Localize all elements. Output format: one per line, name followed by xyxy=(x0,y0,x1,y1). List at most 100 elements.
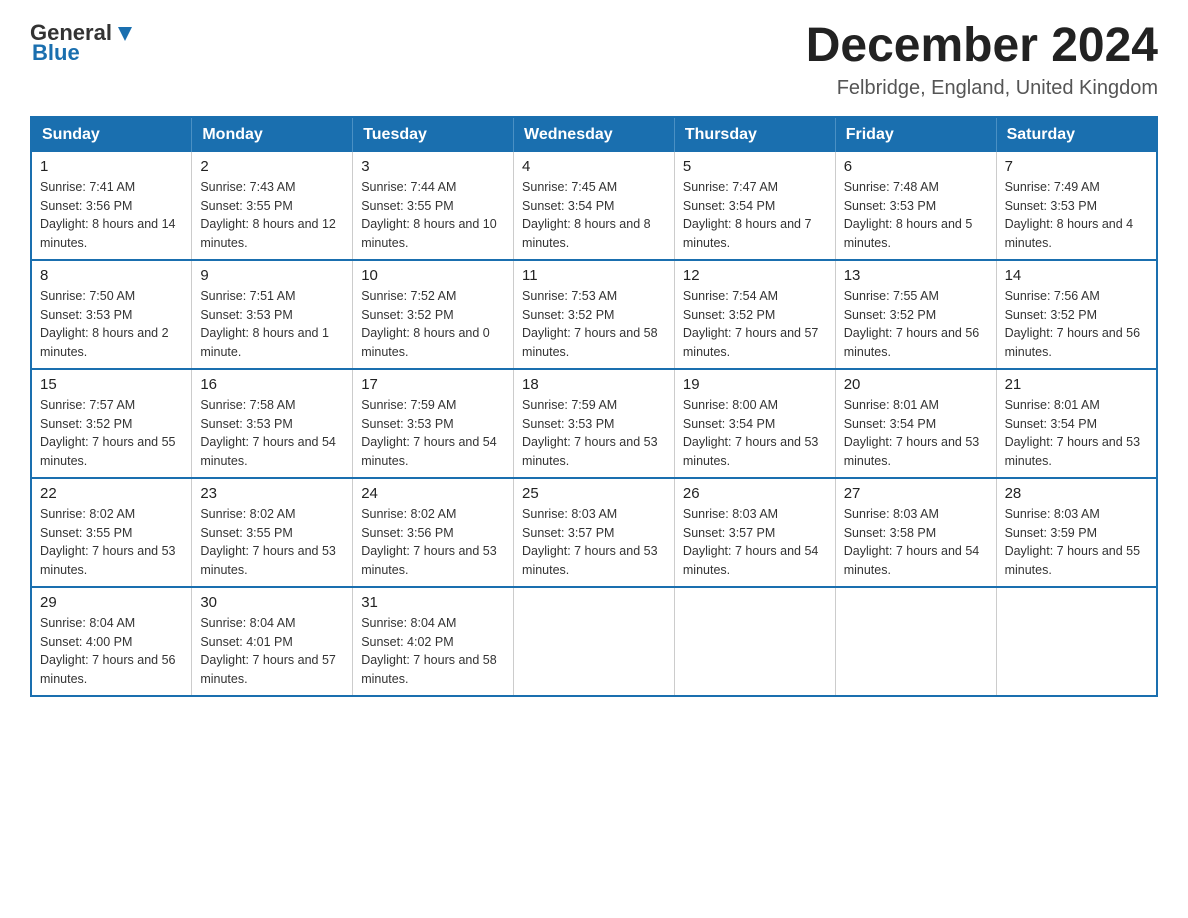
table-row: 6 Sunrise: 7:48 AMSunset: 3:53 PMDayligh… xyxy=(835,152,996,260)
day-number: 3 xyxy=(361,158,505,175)
day-number: 7 xyxy=(1005,158,1148,175)
day-info: Sunrise: 8:02 AMSunset: 3:55 PMDaylight:… xyxy=(40,507,176,577)
day-number: 15 xyxy=(40,376,183,393)
day-info: Sunrise: 7:57 AMSunset: 3:52 PMDaylight:… xyxy=(40,398,176,468)
table-row: 31 Sunrise: 8:04 AMSunset: 4:02 PMDaylig… xyxy=(353,587,514,696)
table-row: 26 Sunrise: 8:03 AMSunset: 3:57 PMDaylig… xyxy=(674,478,835,587)
table-row: 7 Sunrise: 7:49 AMSunset: 3:53 PMDayligh… xyxy=(996,152,1157,260)
logo-blue-text: Blue xyxy=(32,40,80,66)
header-wednesday: Wednesday xyxy=(514,117,675,152)
day-info: Sunrise: 8:01 AMSunset: 3:54 PMDaylight:… xyxy=(844,398,980,468)
day-number: 30 xyxy=(200,594,344,611)
table-row: 8 Sunrise: 7:50 AMSunset: 3:53 PMDayligh… xyxy=(31,260,192,369)
day-info: Sunrise: 7:44 AMSunset: 3:55 PMDaylight:… xyxy=(361,180,497,250)
day-info: Sunrise: 7:55 AMSunset: 3:52 PMDaylight:… xyxy=(844,289,980,359)
table-row: 10 Sunrise: 7:52 AMSunset: 3:52 PMDaylig… xyxy=(353,260,514,369)
day-number: 11 xyxy=(522,267,666,284)
table-row: 11 Sunrise: 7:53 AMSunset: 3:52 PMDaylig… xyxy=(514,260,675,369)
table-row: 15 Sunrise: 7:57 AMSunset: 3:52 PMDaylig… xyxy=(31,369,192,478)
day-number: 2 xyxy=(200,158,344,175)
day-number: 16 xyxy=(200,376,344,393)
day-number: 31 xyxy=(361,594,505,611)
day-info: Sunrise: 8:03 AMSunset: 3:58 PMDaylight:… xyxy=(844,507,980,577)
day-number: 17 xyxy=(361,376,505,393)
logo: General Blue xyxy=(30,20,136,66)
table-row xyxy=(996,587,1157,696)
day-number: 26 xyxy=(683,485,827,502)
day-info: Sunrise: 8:01 AMSunset: 3:54 PMDaylight:… xyxy=(1005,398,1141,468)
day-number: 29 xyxy=(40,594,183,611)
day-info: Sunrise: 7:53 AMSunset: 3:52 PMDaylight:… xyxy=(522,289,658,359)
header-monday: Monday xyxy=(192,117,353,152)
table-row: 16 Sunrise: 7:58 AMSunset: 3:53 PMDaylig… xyxy=(192,369,353,478)
day-info: Sunrise: 7:59 AMSunset: 3:53 PMDaylight:… xyxy=(361,398,497,468)
day-info: Sunrise: 7:59 AMSunset: 3:53 PMDaylight:… xyxy=(522,398,658,468)
table-row: 29 Sunrise: 8:04 AMSunset: 4:00 PMDaylig… xyxy=(31,587,192,696)
day-info: Sunrise: 8:04 AMSunset: 4:02 PMDaylight:… xyxy=(361,616,497,686)
table-row: 27 Sunrise: 8:03 AMSunset: 3:58 PMDaylig… xyxy=(835,478,996,587)
table-row: 18 Sunrise: 7:59 AMSunset: 3:53 PMDaylig… xyxy=(514,369,675,478)
day-number: 12 xyxy=(683,267,827,284)
day-info: Sunrise: 7:52 AMSunset: 3:52 PMDaylight:… xyxy=(361,289,490,359)
day-number: 10 xyxy=(361,267,505,284)
calendar-week-row: 29 Sunrise: 8:04 AMSunset: 4:00 PMDaylig… xyxy=(31,587,1157,696)
table-row: 12 Sunrise: 7:54 AMSunset: 3:52 PMDaylig… xyxy=(674,260,835,369)
day-number: 1 xyxy=(40,158,183,175)
day-number: 28 xyxy=(1005,485,1148,502)
location-text: Felbridge, England, United Kingdom xyxy=(806,77,1158,100)
table-row: 13 Sunrise: 7:55 AMSunset: 3:52 PMDaylig… xyxy=(835,260,996,369)
page-header: General Blue December 2024 Felbridge, En… xyxy=(30,20,1158,100)
calendar-week-row: 1 Sunrise: 7:41 AMSunset: 3:56 PMDayligh… xyxy=(31,152,1157,260)
day-number: 21 xyxy=(1005,376,1148,393)
day-info: Sunrise: 8:03 AMSunset: 3:57 PMDaylight:… xyxy=(683,507,819,577)
day-number: 19 xyxy=(683,376,827,393)
table-row: 30 Sunrise: 8:04 AMSunset: 4:01 PMDaylig… xyxy=(192,587,353,696)
day-info: Sunrise: 7:54 AMSunset: 3:52 PMDaylight:… xyxy=(683,289,819,359)
day-info: Sunrise: 7:47 AMSunset: 3:54 PMDaylight:… xyxy=(683,180,812,250)
header-thursday: Thursday xyxy=(674,117,835,152)
table-row: 17 Sunrise: 7:59 AMSunset: 3:53 PMDaylig… xyxy=(353,369,514,478)
table-row: 4 Sunrise: 7:45 AMSunset: 3:54 PMDayligh… xyxy=(514,152,675,260)
table-row: 24 Sunrise: 8:02 AMSunset: 3:56 PMDaylig… xyxy=(353,478,514,587)
day-number: 24 xyxy=(361,485,505,502)
day-number: 18 xyxy=(522,376,666,393)
day-info: Sunrise: 7:58 AMSunset: 3:53 PMDaylight:… xyxy=(200,398,336,468)
table-row: 21 Sunrise: 8:01 AMSunset: 3:54 PMDaylig… xyxy=(996,369,1157,478)
day-info: Sunrise: 7:48 AMSunset: 3:53 PMDaylight:… xyxy=(844,180,973,250)
calendar-week-row: 8 Sunrise: 7:50 AMSunset: 3:53 PMDayligh… xyxy=(31,260,1157,369)
day-number: 25 xyxy=(522,485,666,502)
table-row xyxy=(674,587,835,696)
table-row: 9 Sunrise: 7:51 AMSunset: 3:53 PMDayligh… xyxy=(192,260,353,369)
day-info: Sunrise: 8:00 AMSunset: 3:54 PMDaylight:… xyxy=(683,398,819,468)
table-row: 25 Sunrise: 8:03 AMSunset: 3:57 PMDaylig… xyxy=(514,478,675,587)
table-row: 14 Sunrise: 7:56 AMSunset: 3:52 PMDaylig… xyxy=(996,260,1157,369)
day-info: Sunrise: 7:45 AMSunset: 3:54 PMDaylight:… xyxy=(522,180,651,250)
table-row xyxy=(514,587,675,696)
day-info: Sunrise: 7:43 AMSunset: 3:55 PMDaylight:… xyxy=(200,180,336,250)
header-sunday: Sunday xyxy=(31,117,192,152)
table-row: 5 Sunrise: 7:47 AMSunset: 3:54 PMDayligh… xyxy=(674,152,835,260)
logo-triangle-icon xyxy=(114,23,136,45)
day-info: Sunrise: 8:02 AMSunset: 3:55 PMDaylight:… xyxy=(200,507,336,577)
day-info: Sunrise: 8:04 AMSunset: 4:01 PMDaylight:… xyxy=(200,616,336,686)
day-number: 23 xyxy=(200,485,344,502)
day-number: 4 xyxy=(522,158,666,175)
day-number: 20 xyxy=(844,376,988,393)
table-row: 1 Sunrise: 7:41 AMSunset: 3:56 PMDayligh… xyxy=(31,152,192,260)
table-row: 3 Sunrise: 7:44 AMSunset: 3:55 PMDayligh… xyxy=(353,152,514,260)
table-row: 19 Sunrise: 8:00 AMSunset: 3:54 PMDaylig… xyxy=(674,369,835,478)
header-tuesday: Tuesday xyxy=(353,117,514,152)
table-row: 20 Sunrise: 8:01 AMSunset: 3:54 PMDaylig… xyxy=(835,369,996,478)
month-title: December 2024 xyxy=(806,20,1158,73)
day-number: 14 xyxy=(1005,267,1148,284)
calendar-header-row: Sunday Monday Tuesday Wednesday Thursday… xyxy=(31,117,1157,152)
header-friday: Friday xyxy=(835,117,996,152)
day-info: Sunrise: 7:50 AMSunset: 3:53 PMDaylight:… xyxy=(40,289,169,359)
table-row: 23 Sunrise: 8:02 AMSunset: 3:55 PMDaylig… xyxy=(192,478,353,587)
calendar-week-row: 22 Sunrise: 8:02 AMSunset: 3:55 PMDaylig… xyxy=(31,478,1157,587)
table-row: 2 Sunrise: 7:43 AMSunset: 3:55 PMDayligh… xyxy=(192,152,353,260)
calendar-week-row: 15 Sunrise: 7:57 AMSunset: 3:52 PMDaylig… xyxy=(31,369,1157,478)
day-number: 22 xyxy=(40,485,183,502)
table-row: 28 Sunrise: 8:03 AMSunset: 3:59 PMDaylig… xyxy=(996,478,1157,587)
day-number: 8 xyxy=(40,267,183,284)
